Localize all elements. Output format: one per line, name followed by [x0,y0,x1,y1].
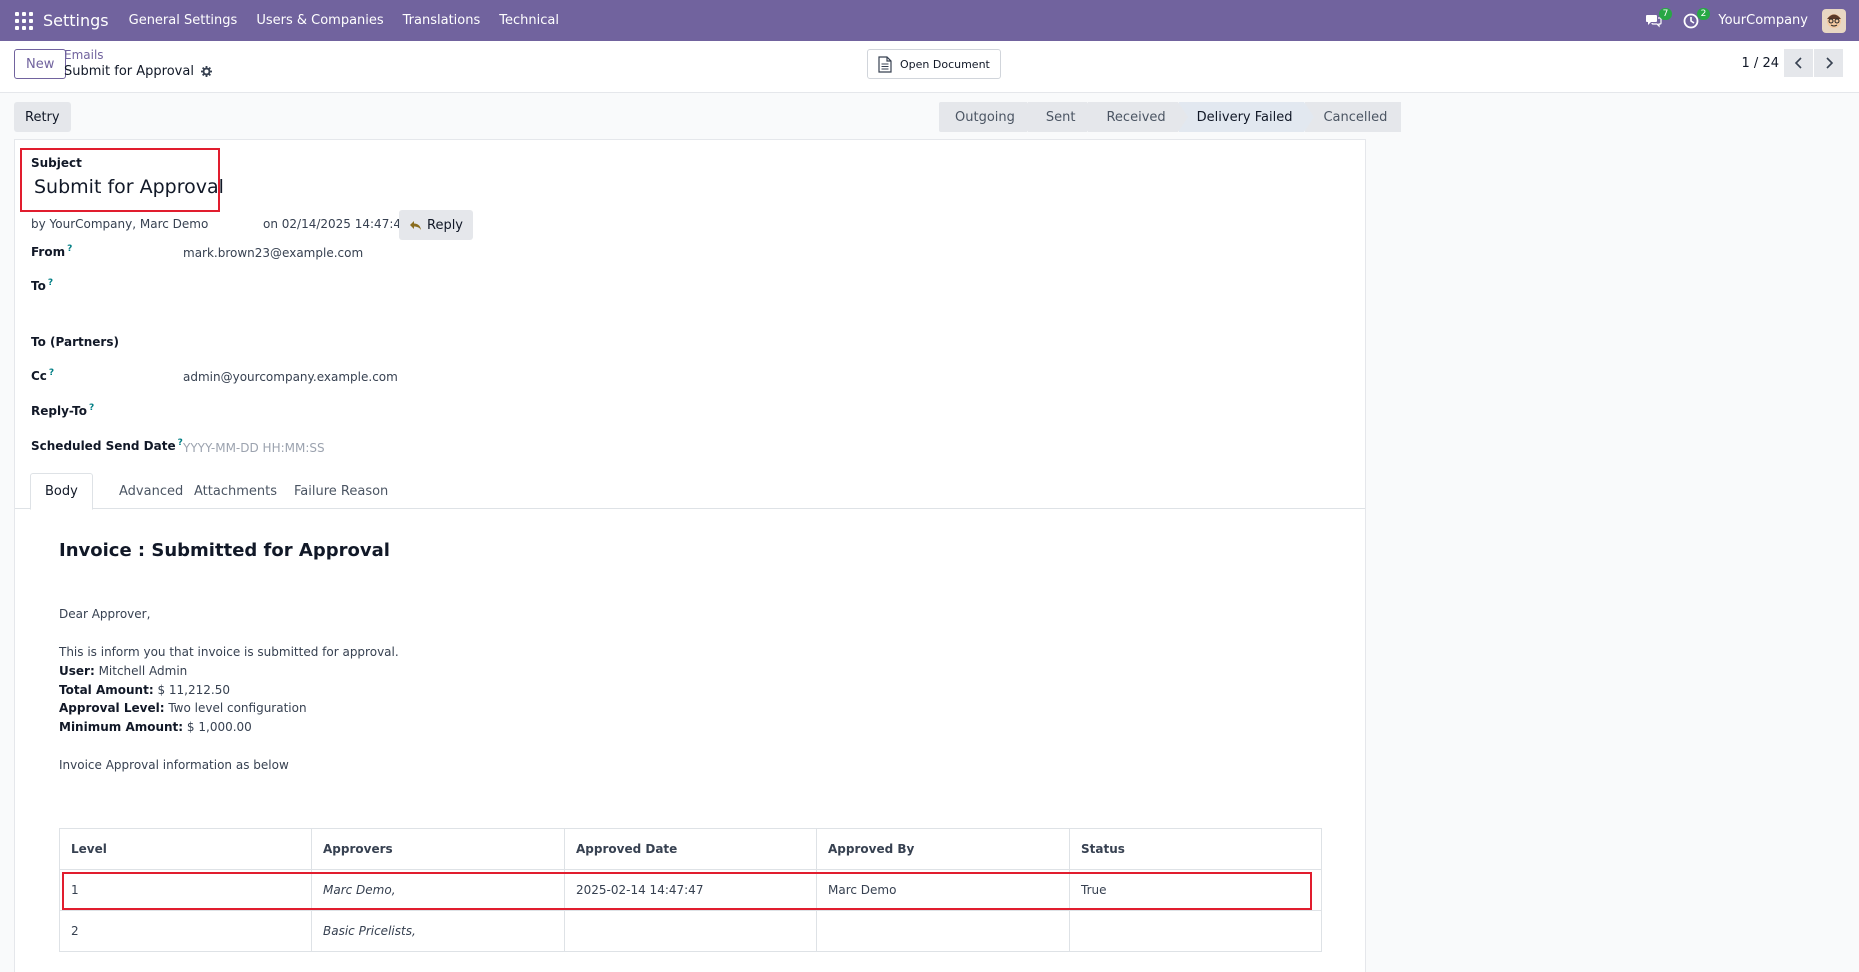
breadcrumb: Emails Submit for Approval [64,48,212,79]
pager-next-button[interactable] [1814,49,1843,77]
subject-label: Subject [31,156,82,170]
user-avatar[interactable] [1822,8,1846,33]
notebook-tabs: Body Advanced Attachments Failure Reason [15,473,1365,510]
author-line: by YourCompany, Marc Demo [31,217,209,231]
tab-failure-reason[interactable]: Failure Reason [280,473,402,509]
from-label-text: From [31,245,66,259]
pager-value[interactable]: 1 / 24 [1742,56,1779,71]
menu-general-settings[interactable]: General Settings [129,13,238,28]
from-label: From? [31,244,72,259]
body-minimum-line: Minimum Amount: $ 1,000.00 [59,720,252,734]
level-value: Two level configuration [164,701,307,715]
body-total-line: Total Amount: $ 11,212.50 [59,683,230,697]
cc-label-text: Cc [31,369,47,383]
subject-value[interactable]: Submit for Approval [34,176,224,198]
reply-icon [410,220,421,230]
user-value: Mitchell Admin [94,664,188,678]
header-level: Level [59,828,312,870]
minimum-value: $ 1,000.00 [183,720,252,734]
user-label: User: [59,664,95,678]
stage-cancelled-label: Cancelled [1323,109,1388,125]
from-field[interactable]: mark.brown23@example.com [183,246,363,260]
reply-to-label-text: Reply-To [31,404,87,418]
activities-button[interactable]: 2 [1680,7,1711,32]
chevron-left-icon [1794,57,1802,69]
date-line: on 02/14/2025 14:47:47 [263,217,409,231]
total-label: Total Amount: [59,683,154,697]
new-button[interactable]: New [14,49,67,79]
body-intro: This is inform you that invoice is submi… [59,645,399,659]
header-approved-by: Approved By [816,828,1070,870]
header-approvers: Approvers [311,828,565,870]
stage-cancelled[interactable]: Cancelled [1305,102,1402,132]
breadcrumb-current-label: Submit for Approval [64,64,194,79]
body-greeting: Dear Approver, [59,607,151,621]
control-panel: New Emails Submit for Approval Open Docu… [0,41,1859,93]
apps-menu-icon[interactable] [15,11,33,30]
avatar-face-icon [1827,13,1841,28]
total-value: $ 11,212.50 [153,683,230,697]
menu-technical[interactable]: Technical [499,13,559,28]
body-info-line: Invoice Approval information as below [59,758,289,772]
retry-button[interactable]: Retry [14,102,71,132]
reply-to-label: Reply-To? [31,403,94,418]
form-sheet: Subject Submit for Approval by YourCompa… [14,139,1366,972]
tab-attachments[interactable]: Attachments [180,473,291,509]
stage-delivery-failed[interactable]: Delivery Failed [1178,102,1315,132]
top-navbar: Settings General Settings Users & Compan… [0,0,1859,41]
stage-outgoing-label: Outgoing [955,109,1015,125]
stage-outgoing[interactable]: Outgoing [939,102,1037,132]
cell-approvers: Basic Pricelists, [311,910,565,952]
scheduled-date-input[interactable]: YYYY-MM-DD HH:MM:SS [183,441,325,455]
to-label: To? [31,278,53,293]
header-approved-date: Approved Date [564,828,817,870]
reply-to-help-icon[interactable]: ? [89,403,94,413]
pager-previous-button[interactable] [1784,49,1813,77]
approved-row-highlight [62,872,1312,910]
status-bar: Outgoing Sent Received Delivery Failed C… [939,102,1402,132]
stage-sent-label: Sent [1045,109,1076,125]
stage-received-label: Received [1106,109,1166,125]
gear-icon[interactable] [200,66,212,77]
to-label-text: To [31,279,46,293]
body-title: Invoice : Submitted for Approval [59,540,390,561]
menu-translations[interactable]: Translations [403,13,481,28]
app-brand[interactable]: Settings [43,11,109,30]
cc-field[interactable]: admin@yourcompany.example.com [183,370,398,384]
cc-help-icon[interactable]: ? [49,368,54,378]
to-help-icon[interactable]: ? [48,278,53,288]
messages-button[interactable]: 7 [1642,7,1673,32]
breadcrumb-emails-link[interactable]: Emails [64,48,212,62]
stage-received[interactable]: Received [1088,102,1188,132]
document-icon [878,55,892,73]
level-label: Approval Level: [59,701,165,715]
scheduled-date-label: Scheduled Send Date? [31,438,183,453]
cc-label: Cc? [31,368,54,383]
breadcrumb-current: Submit for Approval [64,64,212,79]
body-user-line: User: Mitchell Admin [59,664,187,678]
stage-delivery-failed-label: Delivery Failed [1196,109,1293,125]
chevron-right-icon [1825,57,1833,69]
minimum-label: Minimum Amount: [59,720,184,734]
open-document-label: Open Document [900,57,990,71]
table-row: 2 Basic Pricelists, [59,910,1322,952]
cell-approved-date [564,910,817,952]
cell-approved-by [816,910,1070,952]
table-header-row: Level Approvers Approved Date Approved B… [59,828,1322,870]
from-help-icon[interactable]: ? [67,244,72,254]
open-document-button[interactable]: Open Document [867,49,1001,79]
tab-body[interactable]: Body [30,473,93,510]
menu-users-companies[interactable]: Users & Companies [256,13,383,28]
cell-level: 2 [59,910,312,952]
scheduled-date-label-text: Scheduled Send Date [31,439,176,453]
cell-status [1069,910,1322,952]
messages-count-badge: 7 [1658,7,1673,20]
to-partners-label: To (Partners) [31,335,119,349]
body-level-line: Approval Level: Two level configuration [59,701,307,715]
reply-label: Reply [427,217,464,233]
company-switcher[interactable]: YourCompany [1718,13,1808,28]
activities-count-badge: 2 [1696,7,1711,20]
header-status: Status [1069,828,1322,870]
reply-button[interactable]: Reply [399,210,474,240]
